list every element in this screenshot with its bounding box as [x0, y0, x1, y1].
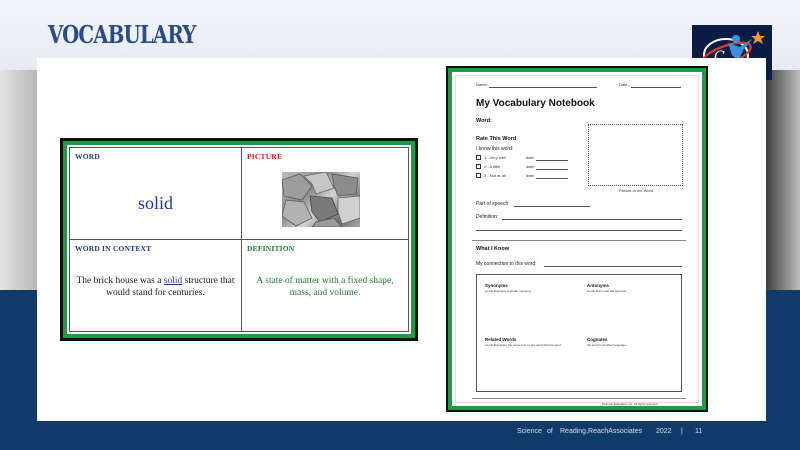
- slide-title: VOCABULARY: [48, 20, 196, 49]
- option-date-2: date:: [526, 164, 535, 169]
- footer-year: 2022: [656, 428, 672, 435]
- connection-label: My connection to this word:: [476, 261, 537, 267]
- context-header: WORD IN CONTEXT: [75, 244, 152, 253]
- rocks-image: [282, 172, 360, 227]
- picture-cell: PICTURE: [242, 148, 408, 240]
- worksheet-title: My Vocabulary Notebook: [476, 98, 595, 109]
- cognates-sub: the word in another language: [587, 343, 626, 347]
- option-label-1: 1 - Very well: [484, 155, 506, 160]
- context-cell: WORD IN CONTEXT The brick house was a so…: [70, 240, 242, 331]
- worksheet-page: Name: Date: My Vocabulary Notebook Word:…: [455, 75, 699, 406]
- vocabulary-worksheet: Name: Date: My Vocabulary Notebook Word:…: [446, 66, 708, 412]
- option-checkbox-3[interactable]: [476, 173, 481, 178]
- what-i-know-heading: What I Know: [476, 246, 509, 252]
- context-sentence: The brick house was a solid structure th…: [75, 275, 236, 299]
- footer-org-part1: Science: [517, 428, 542, 435]
- option-label-3: 3 - Not at all: [484, 173, 506, 178]
- word-cell: WORD solid: [70, 148, 242, 240]
- option-checkbox-2[interactable]: [476, 164, 481, 169]
- date-label: Date:: [619, 82, 629, 87]
- synonyms-sub: words that have a similar meaning: [485, 289, 531, 293]
- cognates-heading: Cognates: [587, 337, 608, 342]
- copyright-text: Pearson Education Inc. All rights reserv…: [602, 402, 659, 406]
- picture-header: PICTURE: [247, 152, 283, 161]
- definition-cell: DEFINITION A state of matter with a fixe…: [242, 240, 408, 331]
- frayer-card: WORD solid PICTURE WORD IN CONTEXT The b…: [60, 138, 418, 341]
- context-pre: The brick house was a: [76, 276, 164, 286]
- option-date-3: date:: [526, 173, 535, 178]
- footer-org-part2: of: [547, 428, 553, 435]
- option-label-2: 2 - A little: [484, 164, 501, 169]
- worksheet-border: Name: Date: My Vocabulary Notebook Word:…: [448, 68, 706, 410]
- name-label: Name:: [476, 82, 488, 87]
- synonyms-heading: Synonyms: [485, 283, 508, 288]
- footer-page-number: 11: [695, 428, 703, 435]
- know-label: I know this word:: [476, 146, 514, 152]
- picture-caption: Picture of the Word: [619, 188, 654, 193]
- related-sub: words that share the same root or are us…: [485, 343, 561, 347]
- frayer-grid: WORD solid PICTURE WORD IN CONTEXT The b…: [69, 147, 409, 332]
- definition-text: A state of matter with a fixed shape, ma…: [256, 276, 394, 298]
- right-gradient: [760, 70, 800, 290]
- antonyms-sub: words that mean the opposite: [587, 289, 627, 293]
- definition-header: DEFINITION: [247, 244, 295, 253]
- picture-box: [588, 124, 683, 186]
- footer-org-part3: Reading,ReachAssociates: [560, 428, 643, 435]
- footer-separator: |: [681, 428, 683, 435]
- frayer-card-border: WORD solid PICTURE WORD IN CONTEXT The b…: [63, 141, 415, 338]
- word-header: WORD: [75, 152, 100, 161]
- context-highlight: solid: [163, 276, 183, 286]
- definition-label: Definition:: [476, 214, 499, 220]
- option-date-1: date:: [526, 155, 535, 160]
- related-heading: Related Words: [485, 337, 517, 342]
- antonyms-heading: Antonyms: [587, 283, 610, 288]
- part-of-speech-label: Part of speech:: [476, 201, 510, 207]
- word-label: Word:: [476, 118, 492, 124]
- option-checkbox-1[interactable]: [476, 155, 481, 160]
- word-relations-grid: Synonyms words that have a similar meani…: [476, 274, 682, 392]
- vocabulary-word: solid: [137, 193, 173, 213]
- rate-label: Rate This Word: [476, 136, 517, 142]
